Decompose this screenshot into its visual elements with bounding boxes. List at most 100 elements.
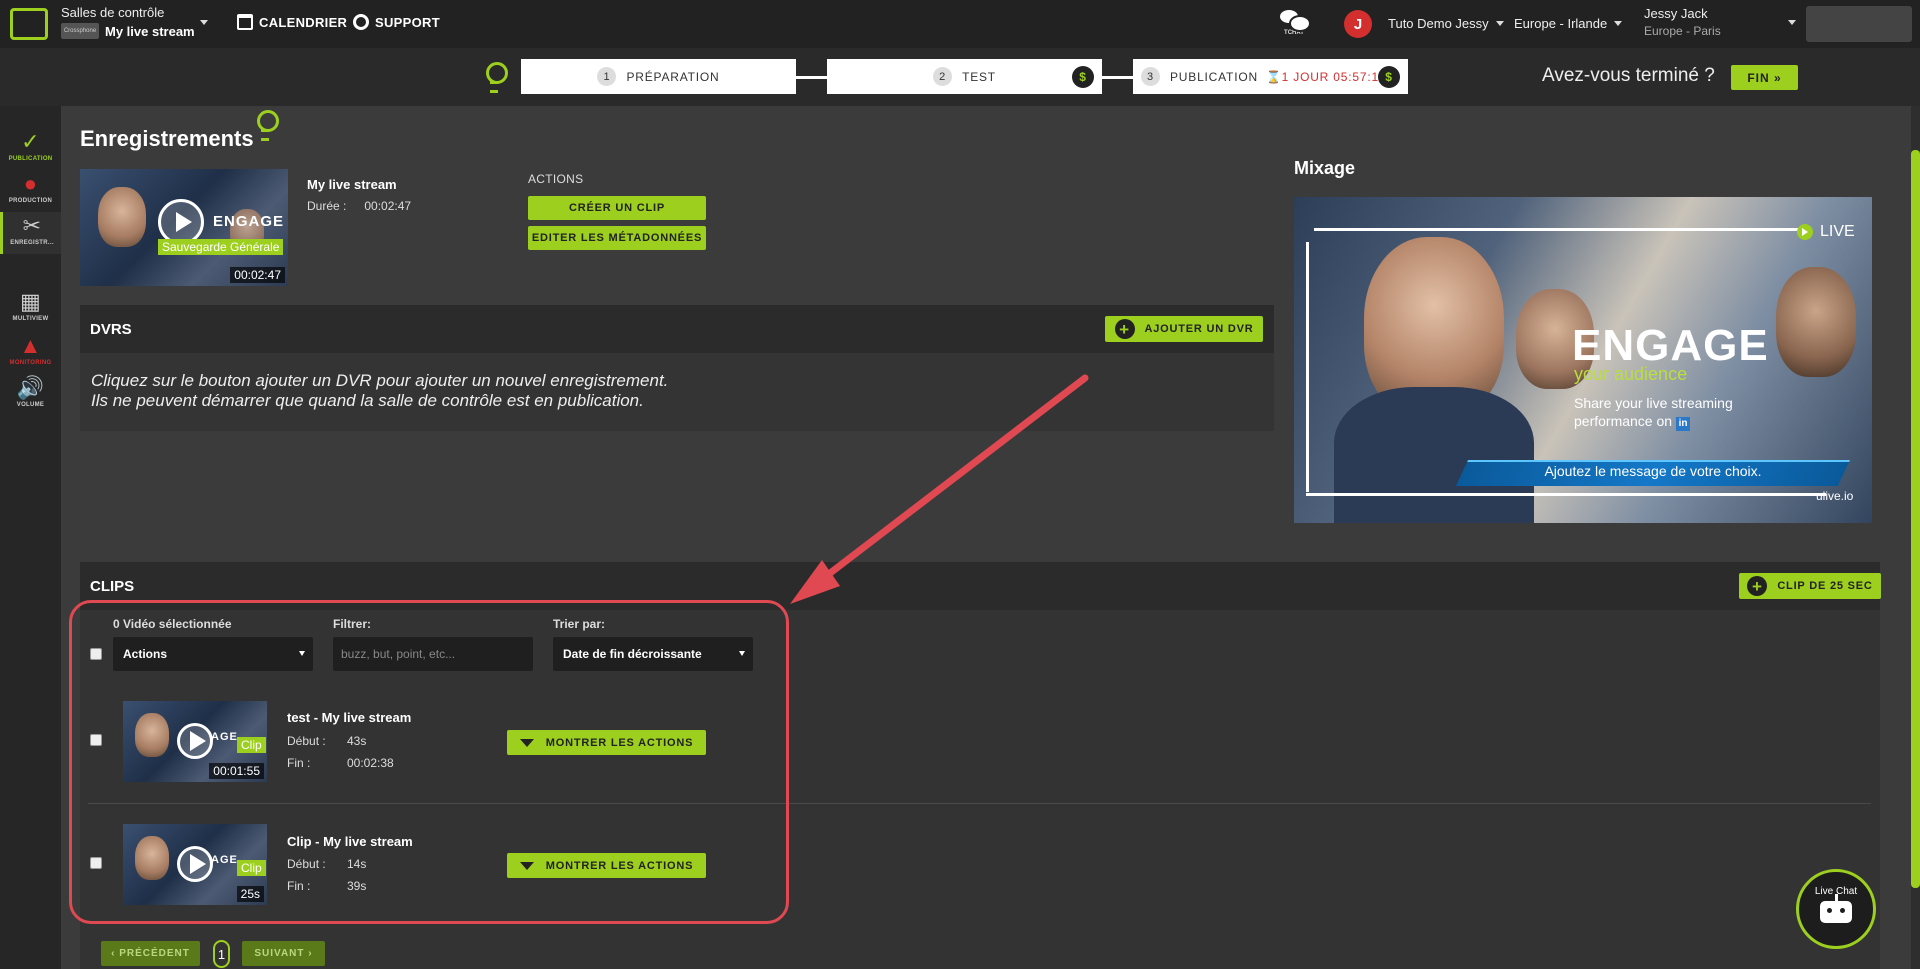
play-circle-icon	[1797, 224, 1813, 240]
chevron-down-icon	[1495, 21, 1504, 26]
camera-icon: ●	[23, 171, 38, 196]
tchat-button[interactable]: TCHAT	[1280, 8, 1311, 36]
page-scrollbar-thumb[interactable]	[1911, 150, 1920, 888]
sidebar-item-multiview[interactable]: ▦ MULTIVIEW	[0, 288, 61, 322]
top-bar: Salles de contrôle Crossphone My live st…	[0, 0, 1920, 48]
actions-label: ACTIONS	[528, 172, 584, 186]
overlay-brand: ulive.io	[1816, 489, 1854, 503]
preview-suit	[1334, 387, 1534, 523]
recording-thumbnail[interactable]: ENGAGE Sauvegarde Générale 00:02:47	[80, 169, 288, 286]
calendar-label: CALENDRIER	[259, 14, 348, 30]
app-logo[interactable]	[10, 8, 48, 40]
thumb-person	[98, 187, 146, 247]
create-clip-button[interactable]: CRÉER UN CLIP	[528, 196, 706, 220]
account-name: Tuto Demo Jessy	[1388, 16, 1489, 31]
region-name: Europe - Irlande	[1514, 16, 1608, 31]
dvrs-empty-message: Cliquez sur le bouton ajouter un DVR pou…	[80, 353, 1274, 431]
step-test[interactable]: 2 TEST $	[827, 59, 1102, 94]
region-dropdown[interactable]: Europe - Irlande	[1514, 16, 1623, 31]
frame-line	[1314, 228, 1802, 231]
sidebar-item-recordings[interactable]: ✂ ENREGISTR...	[0, 212, 61, 254]
room-name: My live stream	[105, 23, 195, 39]
dvrs-panel-header: DVRS + AJOUTER UN DVR	[80, 305, 1274, 353]
sidebar-item-production[interactable]: ● PRODUCTION	[0, 170, 61, 204]
live-label: LIVE	[1820, 223, 1855, 240]
recording-duration: Durée : 00:02:47	[307, 199, 411, 213]
linkedin-icon: in	[1676, 417, 1691, 431]
clip-25s-button[interactable]: + CLIP DE 25 SEC	[1739, 573, 1881, 599]
overlay-audience-text: your audience	[1574, 364, 1688, 384]
step-preparation[interactable]: 1 PRÉPARATION	[521, 59, 796, 94]
frame-line	[1306, 493, 1826, 496]
next-page-button[interactable]: SUIVANT ›	[242, 941, 325, 966]
avatar[interactable]: J	[1344, 10, 1372, 38]
step-label: TEST	[962, 69, 996, 84]
duration-value: 00:02:47	[364, 199, 412, 213]
dollar-icon: $	[1378, 66, 1400, 88]
dvrs-title: DVRS	[90, 321, 132, 338]
support-label: SUPPORT	[375, 14, 440, 30]
live-indicator: LIVE	[1797, 223, 1855, 241]
finish-question: Avez-vous terminé ?	[1542, 65, 1715, 86]
support-link[interactable]: SUPPORT	[353, 14, 440, 30]
mixage-preview[interactable]: LIVE ENGAGE your audience Share your liv…	[1294, 197, 1872, 523]
calendar-link[interactable]: CALENDRIER	[237, 14, 347, 30]
calendar-icon	[237, 14, 253, 30]
recording-duration-overlay: 00:02:47	[230, 267, 285, 283]
dollar-icon: $	[1072, 66, 1094, 88]
app-root: Salles de contrôle Crossphone My live st…	[0, 0, 1920, 969]
chat-bubbles-icon	[1280, 8, 1311, 32]
account-dropdown[interactable]: Tuto Demo Jessy	[1388, 16, 1504, 31]
add-dvr-button[interactable]: + AJOUTER UN DVR	[1105, 316, 1263, 342]
room-selector[interactable]: Salles de contrôle Crossphone My live st…	[61, 5, 195, 39]
recording-name: My live stream	[307, 177, 397, 192]
lightbulb-icon[interactable]	[484, 62, 508, 93]
plus-icon: +	[1114, 319, 1135, 339]
robot-icon	[1820, 894, 1852, 923]
room-caret-icon[interactable]	[200, 20, 208, 25]
dvrs-message-line: Cliquez sur le bouton ajouter un DVR pou…	[91, 371, 669, 390]
plus-icon: +	[1747, 576, 1768, 596]
grid-icon: ▦	[19, 289, 42, 314]
overlay-banner-text: Ajoutez le message de votre choix.	[1544, 463, 1762, 479]
live-chat-button[interactable]: Live Chat	[1796, 869, 1876, 949]
page-title: Enregistrements	[80, 126, 254, 151]
gauge-warning-icon: ▲	[19, 333, 42, 358]
sidebar: ✓ PUBLICATION ● PRODUCTION ✂ ENREGISTR..…	[0, 106, 61, 969]
speaker-icon: 🔊	[16, 375, 45, 400]
sidebar-item-label: PUBLICATION	[8, 156, 53, 162]
room-chip: Crossphone	[61, 23, 99, 39]
sidebar-item-label: MULTIVIEW	[12, 316, 49, 322]
sidebar-item-label: VOLUME	[16, 402, 45, 408]
mixage-title: Mixage	[1294, 158, 1356, 178]
step-number: 1	[597, 67, 617, 86]
chevron-down-icon	[1614, 21, 1623, 26]
step-connector	[1102, 76, 1133, 79]
lightbulb-icon[interactable]	[255, 110, 279, 141]
user-timezone: Europe - Paris	[1644, 24, 1721, 38]
step-publication[interactable]: 3 PUBLICATION ⌛1 JOUR 05:57:10 $	[1133, 59, 1408, 94]
finish-button[interactable]: FIN »	[1731, 65, 1798, 90]
dvrs-message-line: Ils ne peuvent démarrer que quand la sal…	[91, 391, 644, 410]
support-icon	[353, 14, 369, 30]
annotation-highlight-box	[69, 600, 789, 924]
sidebar-item-volume[interactable]: 🔊 VOLUME	[0, 374, 61, 408]
user-name: Jessy Jack	[1644, 6, 1708, 21]
broadcast-icon: ✓	[21, 129, 40, 154]
user-menu[interactable]: Jessy Jack Europe - Paris	[1644, 6, 1721, 38]
recording-badge: Sauvegarde Générale	[158, 239, 284, 255]
thumb-engage-text: ENGAGE	[213, 213, 285, 230]
room-label: Salles de contrôle	[61, 5, 165, 20]
previous-page-button[interactable]: ‹ PRÉCÉDENT	[101, 941, 200, 966]
sidebar-item-label: PRODUCTION	[8, 198, 53, 204]
scissors-icon: ✂	[22, 213, 42, 238]
step-bar: 1 PRÉPARATION 2 TEST $ 3 PUBLICATION ⌛1 …	[0, 48, 1920, 106]
current-page[interactable]: 1	[213, 940, 230, 968]
chevron-down-icon[interactable]	[1788, 20, 1796, 25]
edit-metadata-button[interactable]: EDITER LES MÉTADONNÉES	[528, 226, 706, 250]
share-text: Share your live streaming performance on	[1574, 395, 1733, 429]
sidebar-item-label: ENREGISTR...	[10, 240, 54, 246]
sidebar-item-publication[interactable]: ✓ PUBLICATION	[0, 128, 61, 162]
step-label: PUBLICATION	[1170, 69, 1258, 84]
sidebar-item-monitoring[interactable]: ▲ MONITORING	[0, 332, 61, 366]
